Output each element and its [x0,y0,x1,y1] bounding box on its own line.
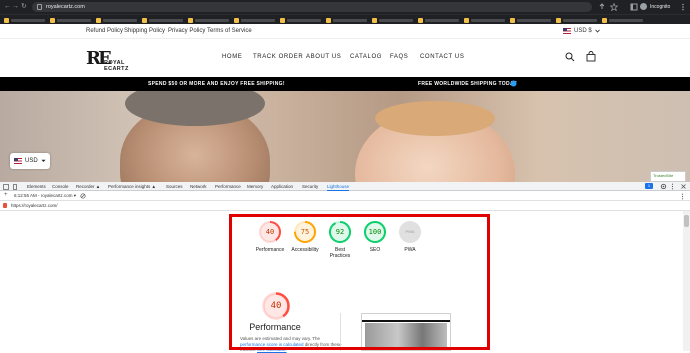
bookmark-item[interactable] [4,17,45,23]
bookmark-item[interactable] [418,17,459,23]
tab-sources[interactable]: Sources [166,184,183,189]
browser-toolbar: ← → ↻ royalecartz.com Incognito [0,0,690,14]
star-icon[interactable] [610,3,618,11]
tab-application[interactable]: Application [271,184,293,189]
bookmark-item[interactable] [510,17,551,23]
bookmark-item[interactable] [464,17,505,23]
address-bar[interactable]: royalecartz.com [32,2,592,12]
utility-bar: Refund Policy Shipping Policy Privacy Po… [0,24,690,39]
warning-icon [3,203,7,208]
refund-policy-link[interactable]: Refund Policy [86,28,123,34]
lighthouse-toolbar: + 6:12:55 AM - royalecartz.com ▾ [0,191,690,201]
report-selector[interactable]: 6:12:55 AM - royalecartz.com ▾ [14,193,76,199]
hero-image: USD TrustedSite [0,91,690,182]
shipping-policy-link[interactable]: Shipping Policy [124,28,165,34]
currency-widget-label: USD [25,158,38,164]
bookmark-item[interactable] [234,17,275,23]
report-url[interactable]: https://royalecartz.com/ [11,203,58,208]
share-icon[interactable] [598,3,606,11]
tab-recorder[interactable]: Recorder ▲ [76,184,100,189]
trusted-site-badge[interactable]: TrustedSite [650,171,686,182]
scrollbar-thumb[interactable] [684,215,689,227]
nav-about-us[interactable]: ABOUT US [306,54,341,60]
report-url-bar: https://royalecartz.com/ [0,201,690,211]
bookmark-item[interactable] [96,17,137,23]
tab-memory[interactable]: Memory [247,184,263,189]
currency-widget[interactable]: USD [10,153,50,169]
bookmark-item[interactable] [556,17,597,23]
nav-catalog[interactable]: CATALOG [350,54,382,60]
caret-down-icon [41,159,46,162]
globe-icon [510,80,517,87]
us-flag-icon [14,158,22,164]
new-report-icon[interactable]: + [4,192,8,198]
nav-faqs[interactable]: FAQS [390,54,408,60]
promo-left-text: SPEND $50 OR MORE AND ENJOY FREE SHIPPIN… [148,81,285,87]
close-icon[interactable] [680,183,687,190]
currency-selector[interactable]: USD $ [563,28,600,34]
lock-icon [37,4,42,10]
bookmark-item[interactable] [326,17,367,23]
us-flag-icon [563,28,571,34]
currency-label: USD $ [574,28,592,34]
devtools-panel: Elements Console Recorder ▲ Performance … [0,182,690,352]
bookmark-item[interactable] [188,17,229,23]
bookmark-item[interactable] [372,17,413,23]
forward-icon[interactable]: → [12,3,19,11]
nav-home[interactable]: HOME [222,54,242,60]
more-options-icon[interactable] [670,183,675,190]
tab-network[interactable]: Network [190,184,207,189]
incognito-indicator[interactable]: Incognito [640,3,670,10]
bookmark-item[interactable] [142,17,183,23]
tab-console[interactable]: Console [52,184,69,189]
tab-elements[interactable]: Elements [27,184,46,189]
incognito-label: Incognito [650,3,671,10]
nav-contact-us[interactable]: CONTACT US [420,54,464,60]
search-icon[interactable] [565,52,575,62]
lighthouse-scrollbar[interactable] [683,211,690,351]
hero-baby-hair [375,101,495,136]
tab-lighthouse[interactable]: Lighthouse [327,184,350,191]
terms-of-service-link[interactable]: Terms of Service [207,28,252,34]
bookmark-item[interactable] [602,17,643,23]
bookmarks-bar [0,14,690,24]
issues-badge[interactable]: 1 [645,183,653,189]
tab-security[interactable]: Security [302,184,318,189]
privacy-policy-link[interactable]: Privacy Policy [168,28,205,34]
nav-track-order[interactable]: TRACK ORDER [253,54,303,60]
tab-performance-insights[interactable]: Performance insights ▲ [108,184,156,189]
devtools-tabbar: Elements Console Recorder ▲ Performance … [0,182,690,191]
tab-performance[interactable]: Performance [215,184,241,189]
address-url: royalecartz.com [46,4,85,10]
menu-icon[interactable] [680,3,686,11]
chevron-down-icon [594,29,600,33]
settings-gear-icon[interactable] [660,183,667,190]
highlight-box [229,214,490,350]
promo-right-text: FREE WORLDWIDE SHIPPING TODAY [418,81,517,87]
site-logo[interactable]: RE ROYAL ECARTZ [86,48,150,72]
report-menu-icon[interactable] [680,193,685,200]
device-toolbar-icon[interactable] [12,184,18,190]
incognito-icon [640,3,647,10]
inspect-icon[interactable] [3,184,9,190]
promo-bar: SPEND $50 OR MORE AND ENJOY FREE SHIPPIN… [0,77,690,91]
logo-name: ROYAL ECARTZ [104,60,129,72]
back-icon[interactable]: ← [4,3,11,11]
sidebar-icon[interactable] [630,3,638,11]
reload-icon[interactable]: ↻ [21,3,27,11]
bookmark-item[interactable] [50,17,91,23]
cart-icon[interactable] [586,51,596,62]
bookmark-item[interactable] [280,17,321,23]
clear-icon[interactable] [80,193,86,199]
website-viewport: Refund Policy Shipping Policy Privacy Po… [0,24,690,182]
